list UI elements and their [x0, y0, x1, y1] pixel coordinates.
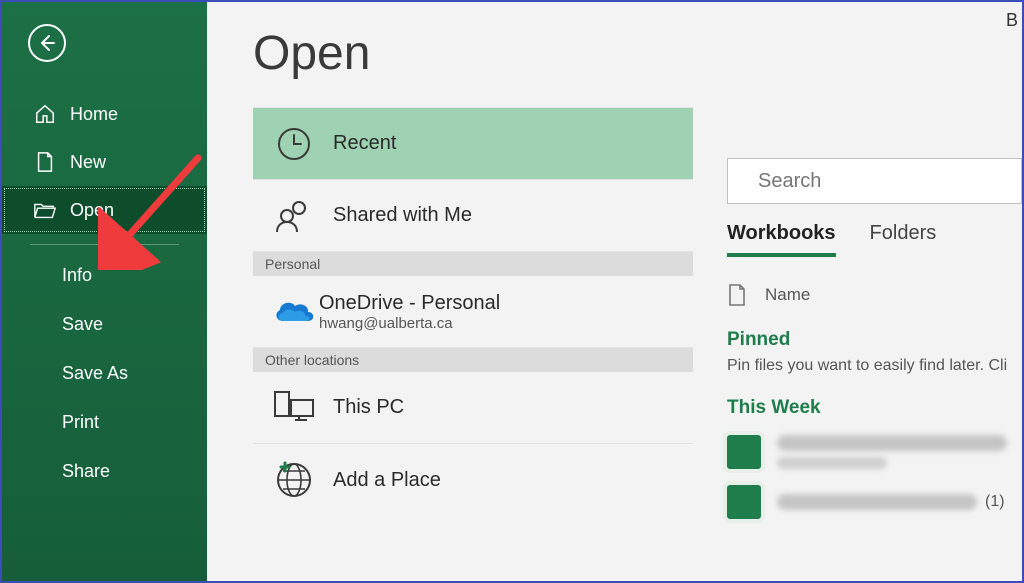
backstage-sidebar: Home New Open Info Save Save As Print Sh… — [2, 2, 207, 581]
sidebar-item-label: New — [70, 152, 106, 173]
home-icon — [32, 103, 58, 125]
location-onedrive[interactable]: OneDrive - Personal hwang@ualberta.ca — [253, 276, 693, 348]
location-list: Recent Shared with Me Personal — [253, 107, 693, 516]
file-panel: Workbooks Folders Name Pinned Pin files … — [693, 26, 1022, 581]
file-tabs: Workbooks Folders — [727, 222, 1022, 257]
sidebar-item-save[interactable]: Save — [2, 300, 207, 349]
sidebar-item-open[interactable]: Open — [2, 186, 207, 234]
sidebar-item-label: Open — [70, 200, 114, 221]
sidebar-item-saveas[interactable]: Save As — [2, 349, 207, 398]
main-area: Open Recent Shar — [207, 2, 1022, 581]
location-recent[interactable]: Recent — [253, 108, 693, 180]
sidebar-item-share[interactable]: Share — [2, 447, 207, 496]
new-doc-icon — [32, 151, 58, 173]
this-pc-icon — [269, 383, 319, 433]
location-add-place[interactable]: Add a Place — [253, 444, 693, 516]
sidebar-item-home[interactable]: Home — [2, 90, 207, 138]
sidebar-item-print[interactable]: Print — [2, 398, 207, 447]
location-this-pc[interactable]: This PC — [253, 372, 693, 444]
file-name-redacted — [777, 435, 1007, 451]
search-box[interactable] — [727, 158, 1022, 204]
location-label: This PC — [333, 396, 404, 419]
group-pinned-title: Pinned — [727, 329, 1022, 351]
location-label: Recent — [333, 132, 396, 155]
sidebar-divider — [30, 244, 179, 245]
page-title: Open — [253, 26, 693, 81]
back-button[interactable] — [28, 24, 66, 62]
location-label: Shared with Me — [333, 204, 472, 227]
group-pinned-hint: Pin files you want to easily find later.… — [727, 357, 1022, 375]
sidebar-item-new[interactable]: New — [2, 138, 207, 186]
column-header-row: Name — [727, 283, 1022, 307]
search-input[interactable] — [758, 170, 1022, 193]
location-shared[interactable]: Shared with Me — [253, 180, 693, 252]
file-path-redacted — [777, 457, 887, 469]
file-name-suffix: (1) — [985, 493, 1005, 511]
location-section-header: Personal — [253, 252, 693, 276]
add-place-icon — [269, 455, 319, 505]
open-folder-icon — [32, 200, 58, 220]
location-label: Add a Place — [333, 469, 441, 492]
titlebar-fragment: B — [1006, 10, 1018, 31]
file-icon — [727, 283, 747, 307]
column-header-name[interactable]: Name — [765, 285, 810, 305]
file-row[interactable]: (1) — [727, 485, 1022, 519]
shared-people-icon — [269, 191, 319, 241]
file-name-redacted — [777, 494, 977, 510]
onedrive-cloud-icon — [269, 287, 319, 337]
group-thisweek-title: This Week — [727, 397, 1022, 419]
excel-file-icon — [727, 435, 761, 469]
tab-workbooks[interactable]: Workbooks — [727, 222, 836, 257]
file-row[interactable] — [727, 435, 1022, 469]
location-label: OneDrive - Personal — [319, 292, 500, 315]
sidebar-item-label: Home — [70, 104, 118, 125]
recent-clock-icon — [269, 119, 319, 169]
sidebar-item-info[interactable]: Info — [2, 251, 207, 300]
location-sublabel: hwang@ualberta.ca — [319, 315, 500, 332]
location-section-header: Other locations — [253, 348, 693, 372]
tab-folders[interactable]: Folders — [870, 222, 937, 257]
back-arrow-icon — [37, 33, 57, 53]
excel-file-icon — [727, 485, 761, 519]
